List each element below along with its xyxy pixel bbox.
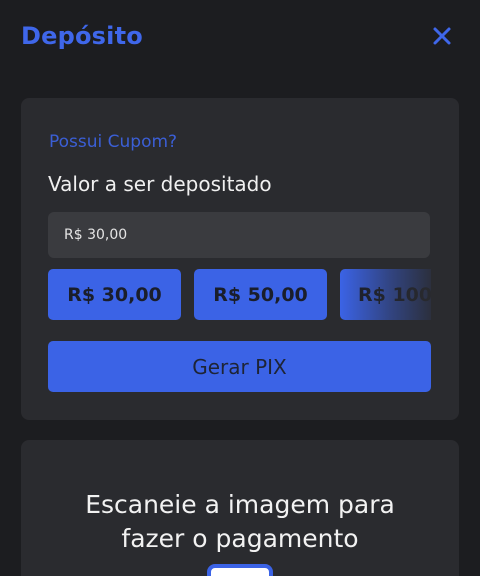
deposit-card: Possui Cupom? Valor a ser depositado R$ … xyxy=(21,98,459,420)
coupon-link[interactable]: Possui Cupom? xyxy=(49,132,177,152)
quick-amount-button[interactable]: R$ 30,00 xyxy=(48,269,181,320)
qr-instruction: Escaneie a imagem para fazer o pagamento xyxy=(21,488,459,556)
close-button[interactable] xyxy=(428,22,456,50)
modal-header: Depósito xyxy=(0,0,480,76)
amount-input[interactable] xyxy=(48,212,430,258)
qr-code-image xyxy=(207,564,273,576)
close-icon xyxy=(433,27,451,45)
quick-amount-button[interactable]: R$ 50,00 xyxy=(194,269,327,320)
qr-card: Escaneie a imagem para fazer o pagamento xyxy=(21,440,459,576)
qr-instruction-line: Escaneie a imagem para xyxy=(85,490,395,519)
amount-label: Valor a ser depositado xyxy=(48,172,272,196)
generate-pix-button[interactable]: Gerar PIX xyxy=(48,341,431,392)
page-title: Depósito xyxy=(21,22,143,50)
quick-amount-button[interactable]: R$ 100,00 xyxy=(340,269,431,320)
deposit-modal: Depósito Possui Cupom? Valor a ser depos… xyxy=(0,0,480,576)
qr-instruction-line: fazer o pagamento xyxy=(121,524,359,553)
quick-amount-list: R$ 30,00 R$ 50,00 R$ 100,00 xyxy=(48,269,431,320)
